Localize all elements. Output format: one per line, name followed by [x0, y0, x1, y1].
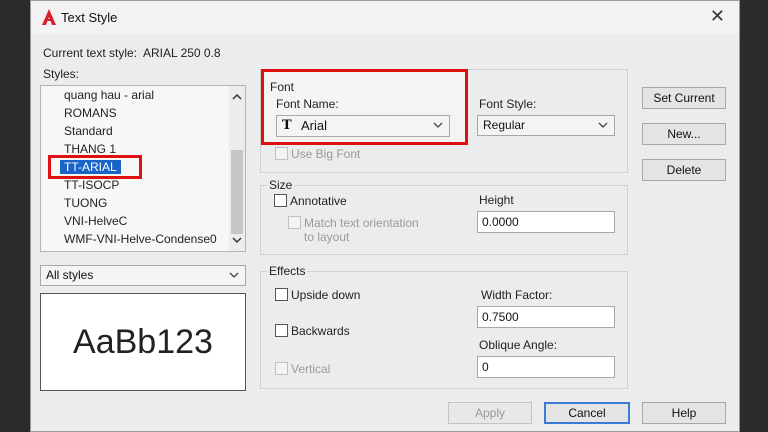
font-name-highlight: Font Font Name: T Arial [261, 69, 468, 145]
delete-style-button[interactable]: Delete [642, 159, 726, 181]
style-list-item-label: ROMANS [64, 106, 117, 120]
styles-label: Styles: [43, 67, 80, 81]
styles-filter-value: All styles [46, 268, 94, 282]
current-style-value: ARIAL 250 0.8 [143, 46, 221, 60]
use-big-font-label: Use Big Font [291, 147, 361, 161]
style-preview: AaBb123 [40, 293, 246, 391]
window-title: Text Style [61, 10, 118, 25]
chevron-down-icon [229, 272, 239, 278]
font-name-label: Font Name: [276, 97, 339, 111]
width-factor-input[interactable]: 0.7500 [477, 306, 615, 328]
title-bar: Text Style ✕ [31, 1, 739, 34]
selected-style-highlight [48, 155, 142, 179]
size-group-label: Size [267, 178, 295, 192]
close-icon[interactable]: ✕ [710, 6, 725, 26]
style-list-item-label: quang hau - arial [64, 88, 155, 102]
scroll-up-icon[interactable] [232, 92, 242, 102]
font-style-value: Regular [483, 118, 526, 132]
style-list-item-label: WMF-VNI-Helve-Condense0 [64, 232, 217, 246]
style-list-item[interactable]: WMF-VNI-Helve-Condense0 [41, 230, 229, 248]
font-name-dropdown[interactable]: T Arial [276, 115, 450, 137]
vertical-checkbox[interactable] [275, 362, 288, 375]
scroll-down-icon[interactable] [232, 235, 242, 245]
style-list-item[interactable]: Standard [41, 122, 229, 140]
oblique-angle-label: Oblique Angle: [479, 338, 558, 352]
match-orientation-label-line2: to layout [304, 230, 350, 244]
match-orientation-checkbox[interactable] [288, 216, 301, 229]
style-list-item[interactable]: VNI-HelveC [41, 212, 229, 230]
styles-filter-dropdown[interactable]: All styles [40, 265, 246, 286]
cancel-button[interactable]: Cancel [544, 402, 630, 424]
upside-down-label: Upside down [291, 288, 361, 302]
use-big-font-checkbox[interactable] [275, 147, 288, 160]
match-orientation-label: Match text orientation [304, 216, 419, 230]
chevron-down-icon [598, 122, 608, 128]
height-input[interactable]: 0.0000 [477, 211, 615, 233]
style-list-item[interactable]: TUONG [41, 194, 229, 212]
autocad-logo-icon [42, 9, 56, 25]
height-label: Height [479, 193, 514, 207]
width-factor-label: Width Factor: [481, 288, 553, 302]
vertical-label: Vertical [291, 362, 331, 376]
annotative-label: Annotative [290, 194, 347, 208]
effects-group-label: Effects [267, 264, 308, 278]
font-name-value: Arial [301, 118, 328, 133]
current-style-label: Current text style: [43, 46, 138, 60]
style-list-item-label: TUONG [64, 196, 108, 210]
new-style-button[interactable]: New... [642, 123, 726, 145]
style-list-item-label: THANG 1 [64, 142, 117, 156]
upside-down-checkbox[interactable] [275, 288, 288, 301]
backwards-label: Backwards [291, 324, 350, 338]
style-list-item-label: Standard [64, 124, 113, 138]
style-list-item-label: VNI-HelveC [64, 214, 128, 228]
styles-scrollbar[interactable] [229, 86, 245, 251]
set-current-button[interactable]: Set Current [642, 87, 726, 109]
apply-button[interactable]: Apply [448, 402, 532, 424]
help-button[interactable]: Help [642, 402, 726, 424]
style-list-item[interactable]: quang hau - arial [41, 86, 229, 104]
annotative-checkbox[interactable] [274, 194, 287, 207]
font-group-label: Font [270, 80, 295, 94]
backwards-checkbox[interactable] [275, 324, 288, 337]
style-list-item[interactable]: ROMANS [41, 104, 229, 122]
style-list-item-label: TT-ISOCP [64, 178, 120, 192]
chevron-down-icon [433, 122, 443, 128]
oblique-angle-input[interactable]: 0 [477, 356, 615, 378]
font-style-dropdown[interactable]: Regular [477, 115, 615, 136]
font-style-label: Font Style: [479, 97, 537, 111]
scrollbar-thumb[interactable] [231, 150, 243, 234]
truetype-font-icon: T [282, 118, 292, 133]
text-style-dialog: Text Style ✕ Current text style: ARIAL 2… [30, 0, 740, 432]
